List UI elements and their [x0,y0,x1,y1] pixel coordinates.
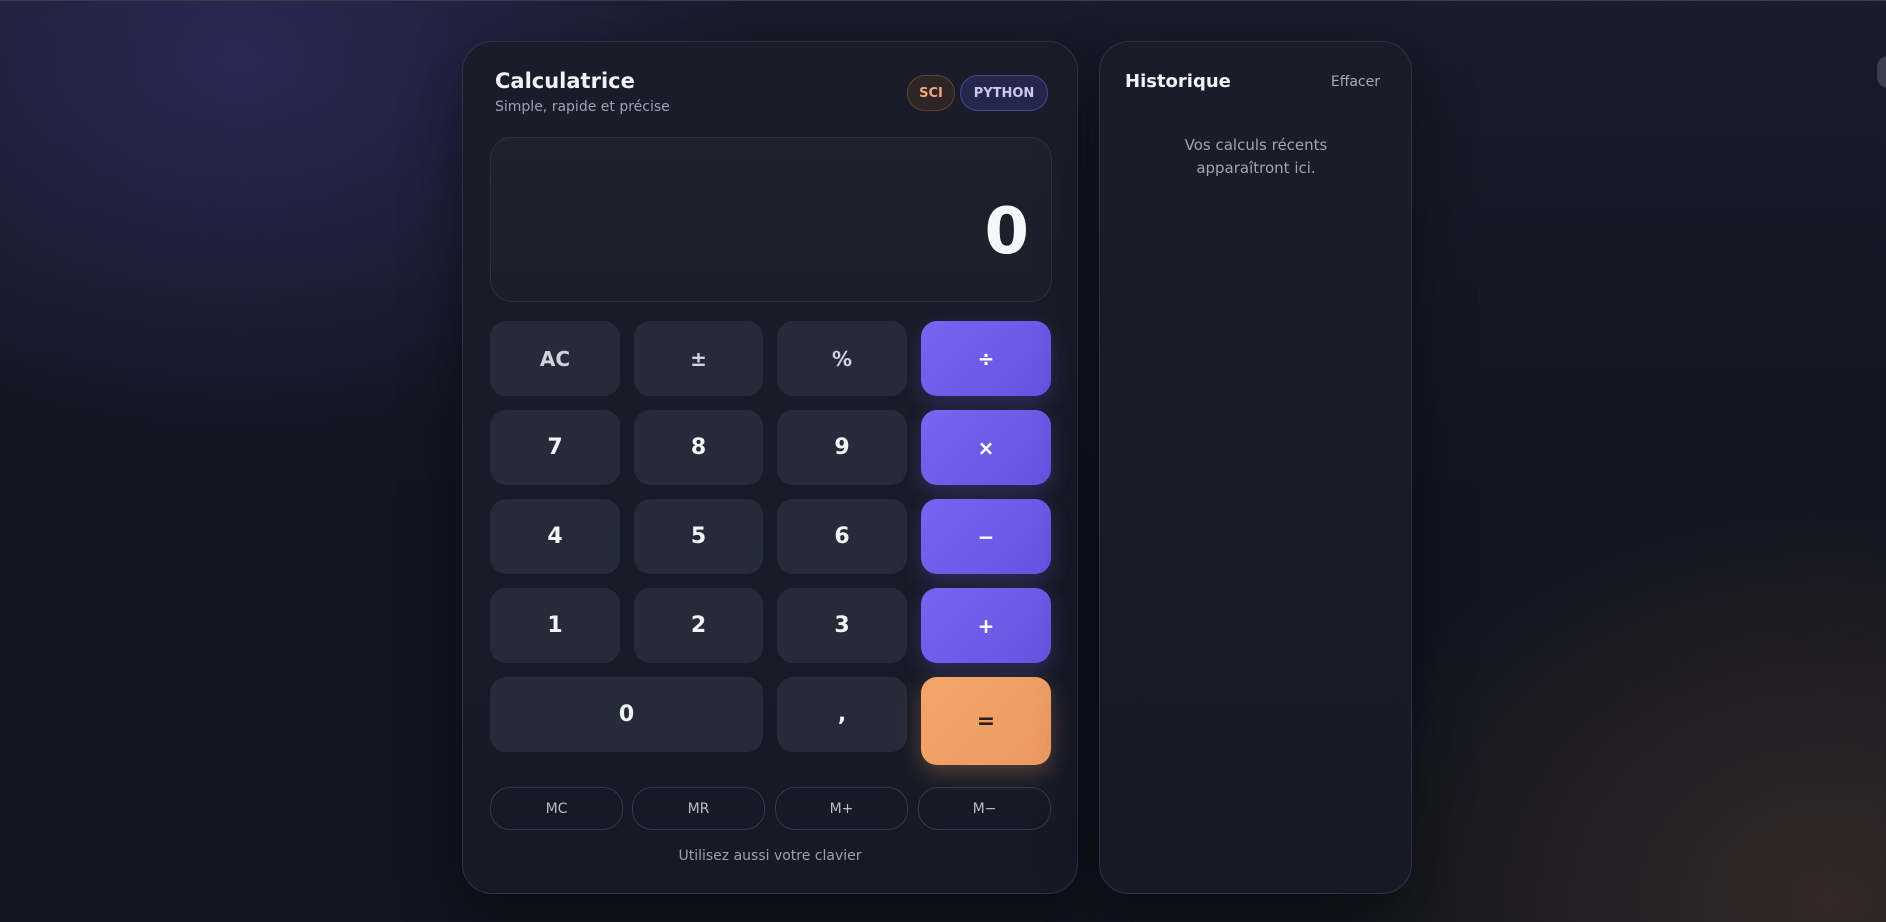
history-panel: Historique Effacer Vos calculs récents a… [1099,41,1412,894]
digit-3-button[interactable]: 3 [777,588,907,663]
sci-mode-button[interactable]: SCI [907,75,955,111]
display-value: 0 [984,195,1029,269]
digit-1-button[interactable]: 1 [490,588,620,663]
calculator-display: 0 [490,137,1052,302]
digit-8-button[interactable]: 8 [634,410,763,485]
digit-6-button[interactable]: 6 [777,499,907,574]
memory-clear-button[interactable]: MC [490,787,623,830]
memory-recall-button[interactable]: MR [632,787,765,830]
digit-9-button[interactable]: 9 [777,410,907,485]
python-mode-button[interactable]: PYTHON [960,75,1048,111]
window-top-border [0,0,1886,1]
calculator-subtitle: Simple, rapide et précise [495,99,670,115]
history-empty-message: Vos calculs récents apparaîtront ici. [1184,136,1328,177]
memory-subtract-button[interactable]: M− [918,787,1051,830]
multiply-button[interactable]: × [921,410,1051,485]
clear-button[interactable]: AC [490,321,620,396]
calculator-title: Calculatrice [495,69,635,93]
scroll-handle[interactable] [1877,56,1886,88]
digit-5-button[interactable]: 5 [634,499,763,574]
memory-add-button[interactable]: M+ [775,787,908,830]
equals-button[interactable]: = [921,677,1051,765]
digit-7-button[interactable]: 7 [490,410,620,485]
percent-button[interactable]: % [777,321,907,396]
add-button[interactable]: + [921,588,1051,663]
digit-4-button[interactable]: 4 [490,499,620,574]
calculator-card: Calculatrice Simple, rapide et précise S… [462,41,1078,894]
subtract-button[interactable]: − [921,499,1051,574]
digit-0-button[interactable]: 0 [490,677,763,752]
sign-toggle-button[interactable]: ± [634,321,763,396]
decimal-comma-button[interactable]: , [777,677,907,752]
keyboard-hint: Utilisez aussi votre clavier [678,848,862,864]
clear-history-button[interactable]: Effacer [1331,74,1380,90]
digit-2-button[interactable]: 2 [634,588,763,663]
history-title: Historique [1125,71,1231,92]
divide-button[interactable]: ÷ [921,321,1051,396]
